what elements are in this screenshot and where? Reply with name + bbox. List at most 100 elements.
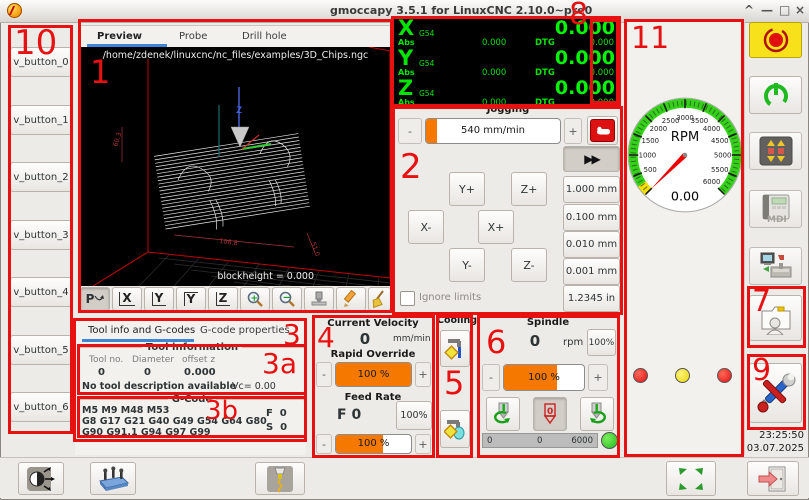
status-led-middle (675, 368, 690, 383)
gcode-f-word: F 0 (266, 408, 287, 419)
tab-gcode-properties[interactable]: G-code properties (200, 325, 290, 336)
sidebar-v-button-1[interactable]: v_button_1 (10, 105, 72, 135)
jog-speed-minus-button[interactable]: - (398, 118, 422, 144)
estop-button[interactable] (749, 22, 802, 58)
jog-speed-plus-button[interactable]: + (564, 118, 582, 144)
increment-001mm-button[interactable]: 0.010 mm (563, 231, 620, 258)
exit-button[interactable] (747, 461, 799, 496)
tab-tool-info[interactable]: Tool info and G-codes (88, 325, 195, 336)
touch-plate-icon (96, 465, 130, 493)
feed-override-minus-button[interactable]: - (316, 434, 332, 454)
svg-text:0: 0 (547, 407, 553, 417)
svg-text:5500: 5500 (711, 166, 729, 174)
annotation-label-6: 6 (486, 326, 506, 358)
ignore-limits-checkbox[interactable] (400, 291, 415, 306)
spindle-override-slider[interactable]: 100 % (503, 364, 585, 391)
zoom-out-button[interactable]: − (272, 287, 302, 311)
manual-mode-button[interactable] (749, 132, 802, 170)
gauge-unit-label: RPM (671, 130, 700, 145)
auto-mode-button[interactable] (749, 247, 802, 285)
svg-text:MDI: MDI (767, 215, 787, 224)
flood-coolant-button[interactable] (440, 330, 470, 367)
offset-z-header: offset z (182, 355, 215, 365)
tool-dimensions-button[interactable] (304, 287, 334, 311)
spindle-stop-button[interactable]: 0 (533, 397, 567, 431)
jog-speed-slider[interactable]: 540 mm/min (425, 118, 561, 144)
broom-icon (371, 290, 389, 308)
increment-1mm-button[interactable]: 1.000 mm (563, 176, 620, 203)
spindle-override-plus-button[interactable]: + (588, 364, 608, 391)
increment-01mm-button[interactable]: 0.100 mm (563, 204, 620, 231)
tools-icon (755, 371, 797, 415)
feed-override-plus-button[interactable]: + (415, 434, 431, 454)
sidebar-v-button-4[interactable]: v_button_4 (10, 277, 72, 307)
sidebar-v-button-3[interactable]: v_button_3 (10, 220, 72, 250)
sidebar-v-button-5[interactable]: v_button_5 (10, 335, 72, 365)
tool-measure-button[interactable] (255, 462, 305, 495)
setup-page-button[interactable] (749, 295, 802, 341)
current-velocity-unit: mm/min (393, 334, 431, 344)
dro-display[interactable]: X G54 0.000 Abs 0.000 DTG 0.000 Y G54 0.… (392, 17, 620, 107)
dro-x-system: G54 (419, 29, 434, 38)
feed-reset-button[interactable]: 100% (396, 401, 432, 430)
jog-y-plus-button[interactable]: Y+ (449, 172, 485, 206)
edit-gcode-button[interactable] (336, 287, 366, 311)
zoom-in-icon: + (246, 290, 264, 308)
minimize-icon[interactable]: — (761, 3, 773, 17)
rapid-override-plus-button[interactable]: + (415, 362, 431, 387)
rapid-override-minus-button[interactable]: - (316, 362, 332, 387)
spindle-reset-button[interactable]: 100% (587, 329, 616, 356)
mist-coolant-button[interactable] (440, 410, 470, 448)
jog-arrows-icon (759, 136, 793, 166)
view-y-button[interactable]: Y (144, 287, 174, 311)
tab-probe[interactable]: Probe (179, 31, 207, 42)
mdi-icon: MDI (759, 194, 793, 224)
clear-plot-button[interactable] (368, 287, 391, 311)
spindle-cw-button[interactable] (580, 397, 614, 431)
jog-mode-button[interactable] (587, 116, 618, 145)
rapid-override-slider[interactable]: 100 % (335, 362, 412, 387)
tab-preview[interactable]: Preview (97, 31, 142, 42)
spindle-rpm-unit: rpm (563, 337, 583, 348)
sidebar-v-button-2[interactable]: v_button_2 (10, 162, 72, 192)
zoom-in-button[interactable]: + (240, 287, 270, 311)
machine-on-button[interactable] (749, 76, 802, 114)
increment-0001mm-button[interactable]: 0.001 mm (563, 258, 620, 285)
status-led-left (633, 368, 648, 383)
cooling-frame-title: Cooling (437, 315, 473, 326)
zero-origin-button[interactable] (18, 462, 64, 495)
touch-plate-button[interactable] (90, 462, 136, 495)
feed-override-slider[interactable]: 100 % (335, 434, 412, 454)
close-icon[interactable]: × (795, 3, 805, 17)
perspective-glyph: P (86, 292, 95, 306)
view-y2-button[interactable]: Y (176, 287, 206, 311)
spindle-ccw-button[interactable] (486, 397, 520, 431)
jog-x-plus-button[interactable]: X+ (478, 210, 514, 244)
sidebar-v-button-0[interactable]: v_button_0 (10, 47, 72, 77)
increment-inch-button[interactable]: 1.2345 in (563, 285, 620, 312)
fullscreen-button[interactable] (666, 461, 716, 496)
sidebar-v-button-6[interactable]: v_button_6 (10, 392, 72, 422)
view-z-button[interactable]: Z (208, 287, 238, 311)
gremlin-3d-preview[interactable]: /home/zdenek/linuxcnc/nc_files/examples/… (79, 47, 392, 286)
jog-y-minus-button[interactable]: Y- (449, 248, 485, 282)
jog-x-minus-button[interactable]: X- (408, 210, 444, 244)
spindle-load-bar: 0 0 6000 (482, 433, 598, 448)
settings-button[interactable] (749, 363, 802, 423)
window-title: gmoccapy 3.5.1 for LinuxCNC 2.10.0~pre0 (330, 4, 592, 17)
view-perspective-button[interactable]: P (80, 287, 110, 311)
svg-text:4000: 4000 (703, 125, 721, 133)
dimension-label-left: 60.3 (111, 131, 123, 147)
jog-rapid-button[interactable]: ▶▶ (563, 146, 620, 172)
tool-information-frame: Tool information Tool no. Diameter offse… (79, 347, 305, 393)
view-x-button[interactable]: X (112, 287, 142, 311)
dimension-label-bottom: 108.8 (219, 237, 238, 247)
mdi-mode-button[interactable]: MDI (749, 190, 802, 228)
jog-z-minus-button[interactable]: Z- (511, 248, 547, 282)
keep-above-icon[interactable]: ^ (744, 3, 754, 17)
jog-z-plus-button[interactable]: Z+ (511, 172, 547, 206)
spindle-override-minus-button[interactable]: - (482, 364, 500, 391)
maximize-icon[interactable]: □ (779, 3, 790, 17)
tab-drill-hole[interactable]: Drill hole (242, 31, 287, 42)
vc-value: Vc= 0.00 (232, 381, 276, 392)
